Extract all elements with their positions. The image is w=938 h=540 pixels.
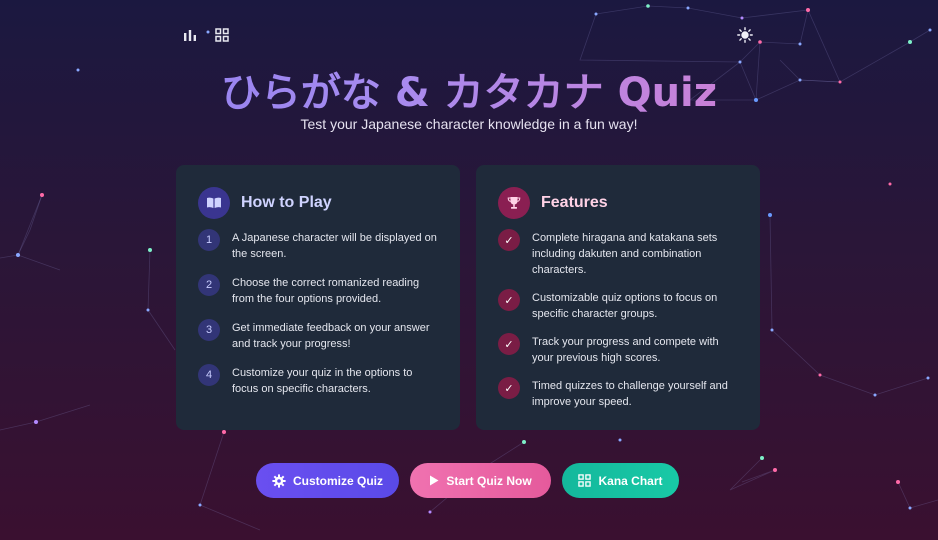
grid-icon <box>578 474 592 487</box>
page-title: ひらがな & カタカナ Quiz <box>0 60 938 118</box>
feature-text: Customizable quiz options to focus on sp… <box>532 292 718 320</box>
step-text: Choose the correct romanized reading fro… <box>232 277 420 305</box>
how-to-play-list: 1 A Japanese character will be displayed… <box>198 229 438 397</box>
sun-icon[interactable] <box>736 26 754 44</box>
step-text: Get immediate feedback on your answer an… <box>232 322 430 350</box>
start-quiz-label: Start Quiz Now <box>446 473 532 488</box>
features-title: Features <box>541 194 608 211</box>
check-icon: ✓ <box>498 333 520 355</box>
step-number: 4 <box>198 364 220 386</box>
features-card: Features ✓ Complete hiragana and katakan… <box>476 165 760 430</box>
how-to-play-card: How to Play 1 A Japanese character will … <box>176 165 460 430</box>
check-icon: ✓ <box>498 377 520 399</box>
grid-icon[interactable] <box>213 26 231 44</box>
kana-chart-label: Kana Chart <box>598 473 663 488</box>
features-list: ✓ Complete hiragana and katakana sets in… <box>498 229 738 410</box>
list-item: 2 Choose the correct romanized reading f… <box>198 274 438 307</box>
list-item: ✓ Timed quizzes to challenge yourself an… <box>498 377 738 410</box>
step-text: A Japanese character will be displayed o… <box>232 232 437 260</box>
check-icon: ✓ <box>498 289 520 311</box>
trophy-icon <box>498 187 530 219</box>
list-item: 3 Get immediate feedback on your answer … <box>198 319 438 352</box>
step-number: 2 <box>198 274 220 296</box>
feature-text: Track your progress and compete with you… <box>532 336 719 364</box>
start-quiz-button[interactable]: Start Quiz Now <box>410 463 551 498</box>
play-icon <box>430 475 439 486</box>
check-icon: ✓ <box>498 229 520 251</box>
step-text: Customize your quiz in the options to fo… <box>232 367 413 395</box>
feature-text: Timed quizzes to challenge yourself and … <box>532 380 728 408</box>
list-item: ✓ Complete hiragana and katakana sets in… <box>498 229 738 278</box>
step-number: 3 <box>198 319 220 341</box>
kana-chart-button[interactable]: Kana Chart <box>562 463 679 498</box>
how-to-play-title: How to Play <box>241 194 332 211</box>
list-item: 4 Customize your quiz in the options to … <box>198 364 438 397</box>
list-item: 1 A Japanese character will be displayed… <box>198 229 438 262</box>
list-item: ✓ Track your progress and compete with y… <box>498 333 738 366</box>
list-item: ✓ Customizable quiz options to focus on … <box>498 289 738 322</box>
book-icon <box>198 187 230 219</box>
gear-icon <box>272 473 286 488</box>
step-number: 1 <box>198 229 220 251</box>
customize-quiz-button[interactable]: Customize Quiz <box>256 463 399 498</box>
top-left-toolbar <box>181 26 231 44</box>
page-subtitle: Test your Japanese character knowledge i… <box>300 116 638 132</box>
feature-text: Complete hiragana and katakana sets incl… <box>532 232 718 276</box>
card-header: How to Play <box>198 187 438 219</box>
stats-icon[interactable] <box>181 26 199 44</box>
customize-quiz-label: Customize Quiz <box>292 473 383 488</box>
card-header: Features <box>498 187 738 219</box>
action-buttons: Customize Quiz Start Quiz Now Kana Chart <box>0 463 938 498</box>
